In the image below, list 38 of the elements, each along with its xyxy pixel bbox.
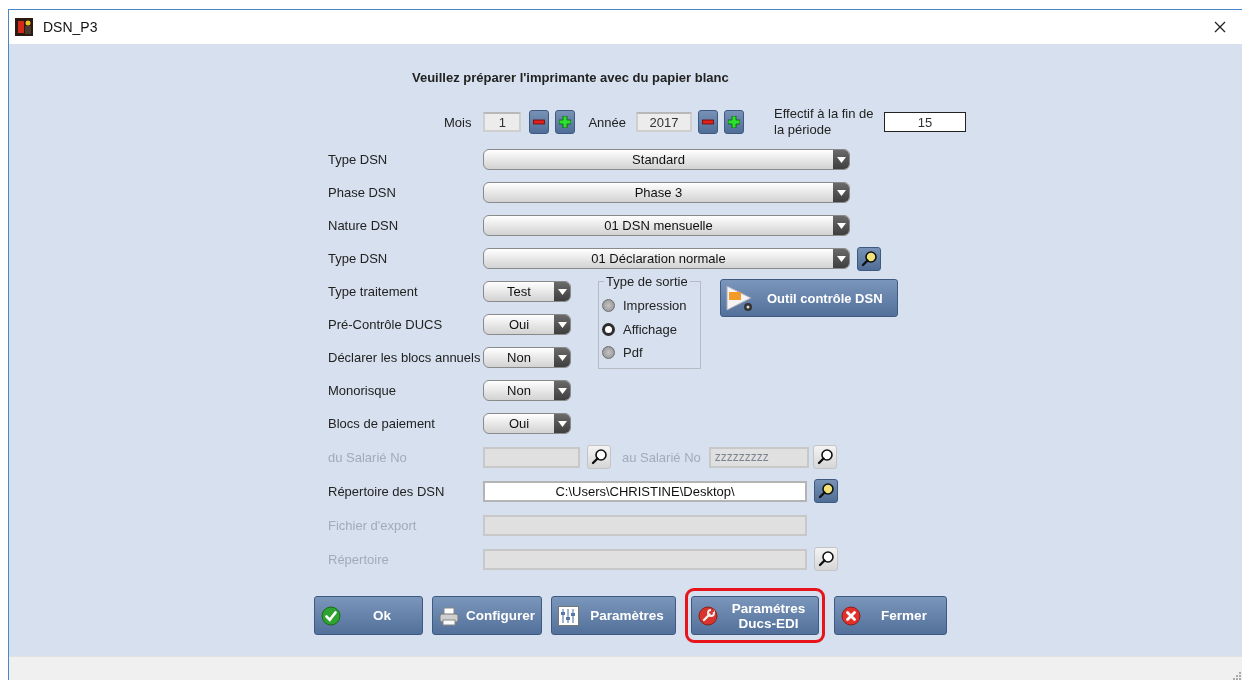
headcount-field[interactable]: 15	[884, 112, 967, 132]
dropdown[interactable]: 01 DSN mensuelle	[483, 215, 850, 236]
field-label: Effectif à la fin de la période	[774, 106, 875, 138]
field-label: Blocs de paiement	[328, 416, 436, 431]
field-label: Type DSN	[328, 251, 389, 266]
year-field[interactable]: 2017	[636, 112, 693, 132]
dropdown[interactable]: Oui	[483, 314, 571, 335]
field-label: Nature DSN	[328, 218, 400, 233]
dropdown[interactable]: Test	[483, 281, 571, 302]
dropdown[interactable]: Standard	[483, 149, 850, 170]
action-button[interactable]: Paramètres	[551, 596, 676, 635]
action-button[interactable]: Configurer	[432, 596, 542, 635]
month-field[interactable]: 1	[483, 112, 522, 132]
tool-button[interactable]: Outil contrôle DSN	[720, 279, 898, 317]
field-label: Pré-Contrôle DUCS	[328, 317, 444, 332]
field-label: Type DSN	[328, 152, 389, 167]
group-title: Type de sortie	[604, 274, 690, 289]
action-button[interactable]: Fermer	[834, 596, 947, 635]
field-label: Phase DSN	[328, 185, 397, 200]
field-label: Monorisque	[328, 383, 397, 398]
dropdown[interactable]: Non	[483, 380, 571, 401]
field-label: Type traitement	[328, 284, 419, 299]
field-label: Déclarer les blocs annuels	[328, 350, 482, 365]
action-button[interactable]: Paramétres Ducs-EDI	[691, 596, 819, 635]
input-field[interactable]: C:\Users\CHRISTINE\Desktop\	[483, 480, 807, 502]
field-label: Année	[588, 114, 627, 130]
radio-label[interactable]: Impression	[623, 298, 687, 314]
dropdown[interactable]: Phase 3	[483, 182, 850, 203]
action-button[interactable]: Ok	[314, 596, 423, 635]
radio-label[interactable]: Pdf	[623, 345, 643, 361]
dropdown[interactable]: 01 Déclaration normale	[483, 248, 850, 269]
dropdown[interactable]: Oui	[483, 413, 571, 434]
radio-label[interactable]: Affichage	[623, 321, 677, 337]
window-title: DSN_P3	[43, 19, 99, 35]
field-label: Répertoire des DSN	[328, 483, 446, 499]
instruction-text: Veuillez préparer l'imprimante avec du papier blanc	[411, 70, 730, 87]
field-label: Mois	[444, 114, 472, 130]
dropdown[interactable]: Non	[483, 347, 571, 368]
